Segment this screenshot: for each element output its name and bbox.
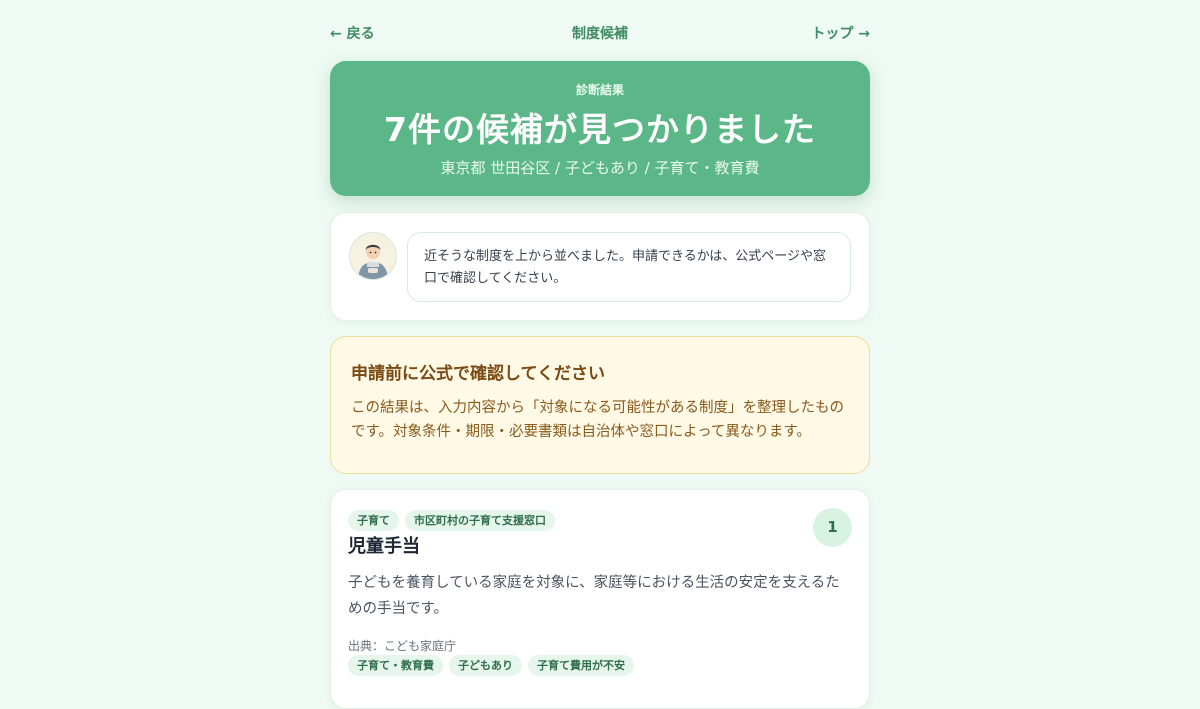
assistant-message-card: 近そうな制度を上から並べました。申請できるかは、公式ページや窓口で確認してくださ… xyxy=(330,212,870,321)
person-avatar-icon xyxy=(349,232,397,280)
category-tag: 子育て xyxy=(348,510,399,531)
assistant-speech-bubble: 近そうな制度を上から並べました。申請できるかは、公式ページや窓口で確認してくださ… xyxy=(407,232,851,302)
result-card[interactable]: 子育て 市区町村の子育て支援窓口 1 児童手当 子どもを養育している家庭を対象に、… xyxy=(330,489,870,709)
notice-title: 申請前に公式で確認してください xyxy=(351,364,605,384)
result-summary-banner: 診断結果 7件の候補が見つかりました 東京都 世田谷区 / 子どもあり / 子育… xyxy=(330,61,870,196)
page-title: 制度候補 xyxy=(572,26,628,42)
rank-badge: 1 xyxy=(813,508,852,547)
match-tag: 子育て費用が不安 xyxy=(528,655,634,676)
program-source: 出典：こども家庭庁 xyxy=(348,639,457,653)
verification-notice: 申請前に公式で確認してください この結果は、入力内容から「対象になる可能性がある… xyxy=(330,336,870,474)
match-tag: 子育て・教育費 xyxy=(348,655,443,676)
page-container: ← 戻る 制度候補 トップ → 診断結果 7件の候補が見つかりました 東京都 世… xyxy=(330,0,870,709)
result-count-heading: 7件の候補が見つかりました xyxy=(384,110,816,149)
back-link[interactable]: ← 戻る xyxy=(330,23,375,43)
program-description: 子どもを養育している家庭を対象に、家庭等における生活の安定を支えるための手当です… xyxy=(348,575,840,617)
match-tags: 子育て・教育費 子どもあり 子育て費用が不安 xyxy=(348,654,640,676)
result-eyebrow: 診断結果 xyxy=(575,83,624,97)
program-title[interactable]: 児童手当 xyxy=(348,532,420,558)
notice-body: この結果は、入力内容から「対象になる可能性がある制度」を整理したものです。対象条… xyxy=(351,400,844,440)
search-conditions: 東京都 世田谷区 / 子どもあり / 子育て・教育費 xyxy=(440,159,760,177)
category-tags: 子育て 市区町村の子育て支援窓口 xyxy=(348,509,561,531)
match-tag: 子どもあり xyxy=(449,655,522,676)
office-tag: 市区町村の子育て支援窓口 xyxy=(405,510,555,531)
top-page-link[interactable]: トップ → xyxy=(811,23,870,43)
top-navigation: ← 戻る 制度候補 トップ → xyxy=(330,0,870,64)
